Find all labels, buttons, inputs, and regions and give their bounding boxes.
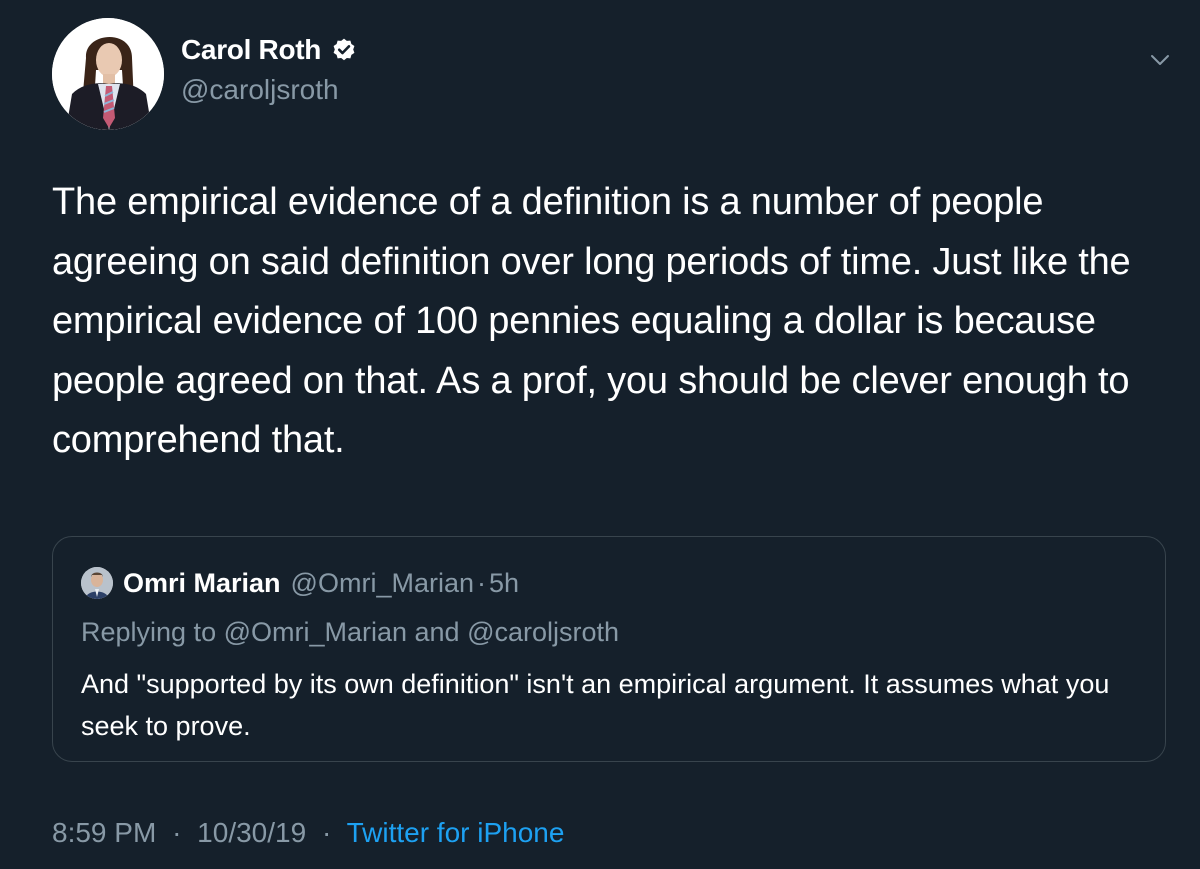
tweet-date[interactable]: 10/30/19 [197, 817, 306, 848]
tweet-time[interactable]: 8:59 PM [52, 817, 156, 848]
quoted-tweet-header: Omri Marian @Omri_Marian · 5h [81, 567, 519, 599]
chevron-down-icon[interactable] [1148, 48, 1172, 72]
tweet-meta: 8:59 PM · 10/30/19 · Twitter for iPhone [52, 817, 564, 849]
author-handle[interactable]: @caroljsroth [181, 74, 339, 106]
meta-separator: · [172, 817, 182, 848]
tweet-text: The empirical evidence of a definition i… [52, 181, 1131, 461]
tweet-detail: Carol Roth @caroljsroth The empirical ev… [0, 0, 1200, 869]
author-display-name[interactable]: Carol Roth [181, 34, 321, 66]
quoted-author-avatar [81, 567, 113, 599]
verified-badge-icon [331, 37, 357, 63]
author-avatar[interactable] [52, 18, 164, 130]
quoted-tweet-card[interactable]: Omri Marian @Omri_Marian · 5h Replying t… [52, 536, 1166, 762]
quoted-author-display-name[interactable]: Omri Marian [123, 568, 281, 599]
meta-separator-source: · [321, 817, 332, 848]
quoted-tweet-separator: · [476, 567, 486, 598]
quoted-tweet-text: And "supported by its own definition" is… [81, 669, 1110, 741]
quoted-tweet-replying-to: Replying to @Omri_Marian and @caroljsrot… [81, 617, 620, 647]
tweet-source-link[interactable]: Twitter for iPhone [347, 817, 565, 848]
quoted-author-handle[interactable]: @Omri_Marian [291, 568, 474, 599]
quoted-tweet-time[interactable]: 5h [489, 568, 519, 599]
